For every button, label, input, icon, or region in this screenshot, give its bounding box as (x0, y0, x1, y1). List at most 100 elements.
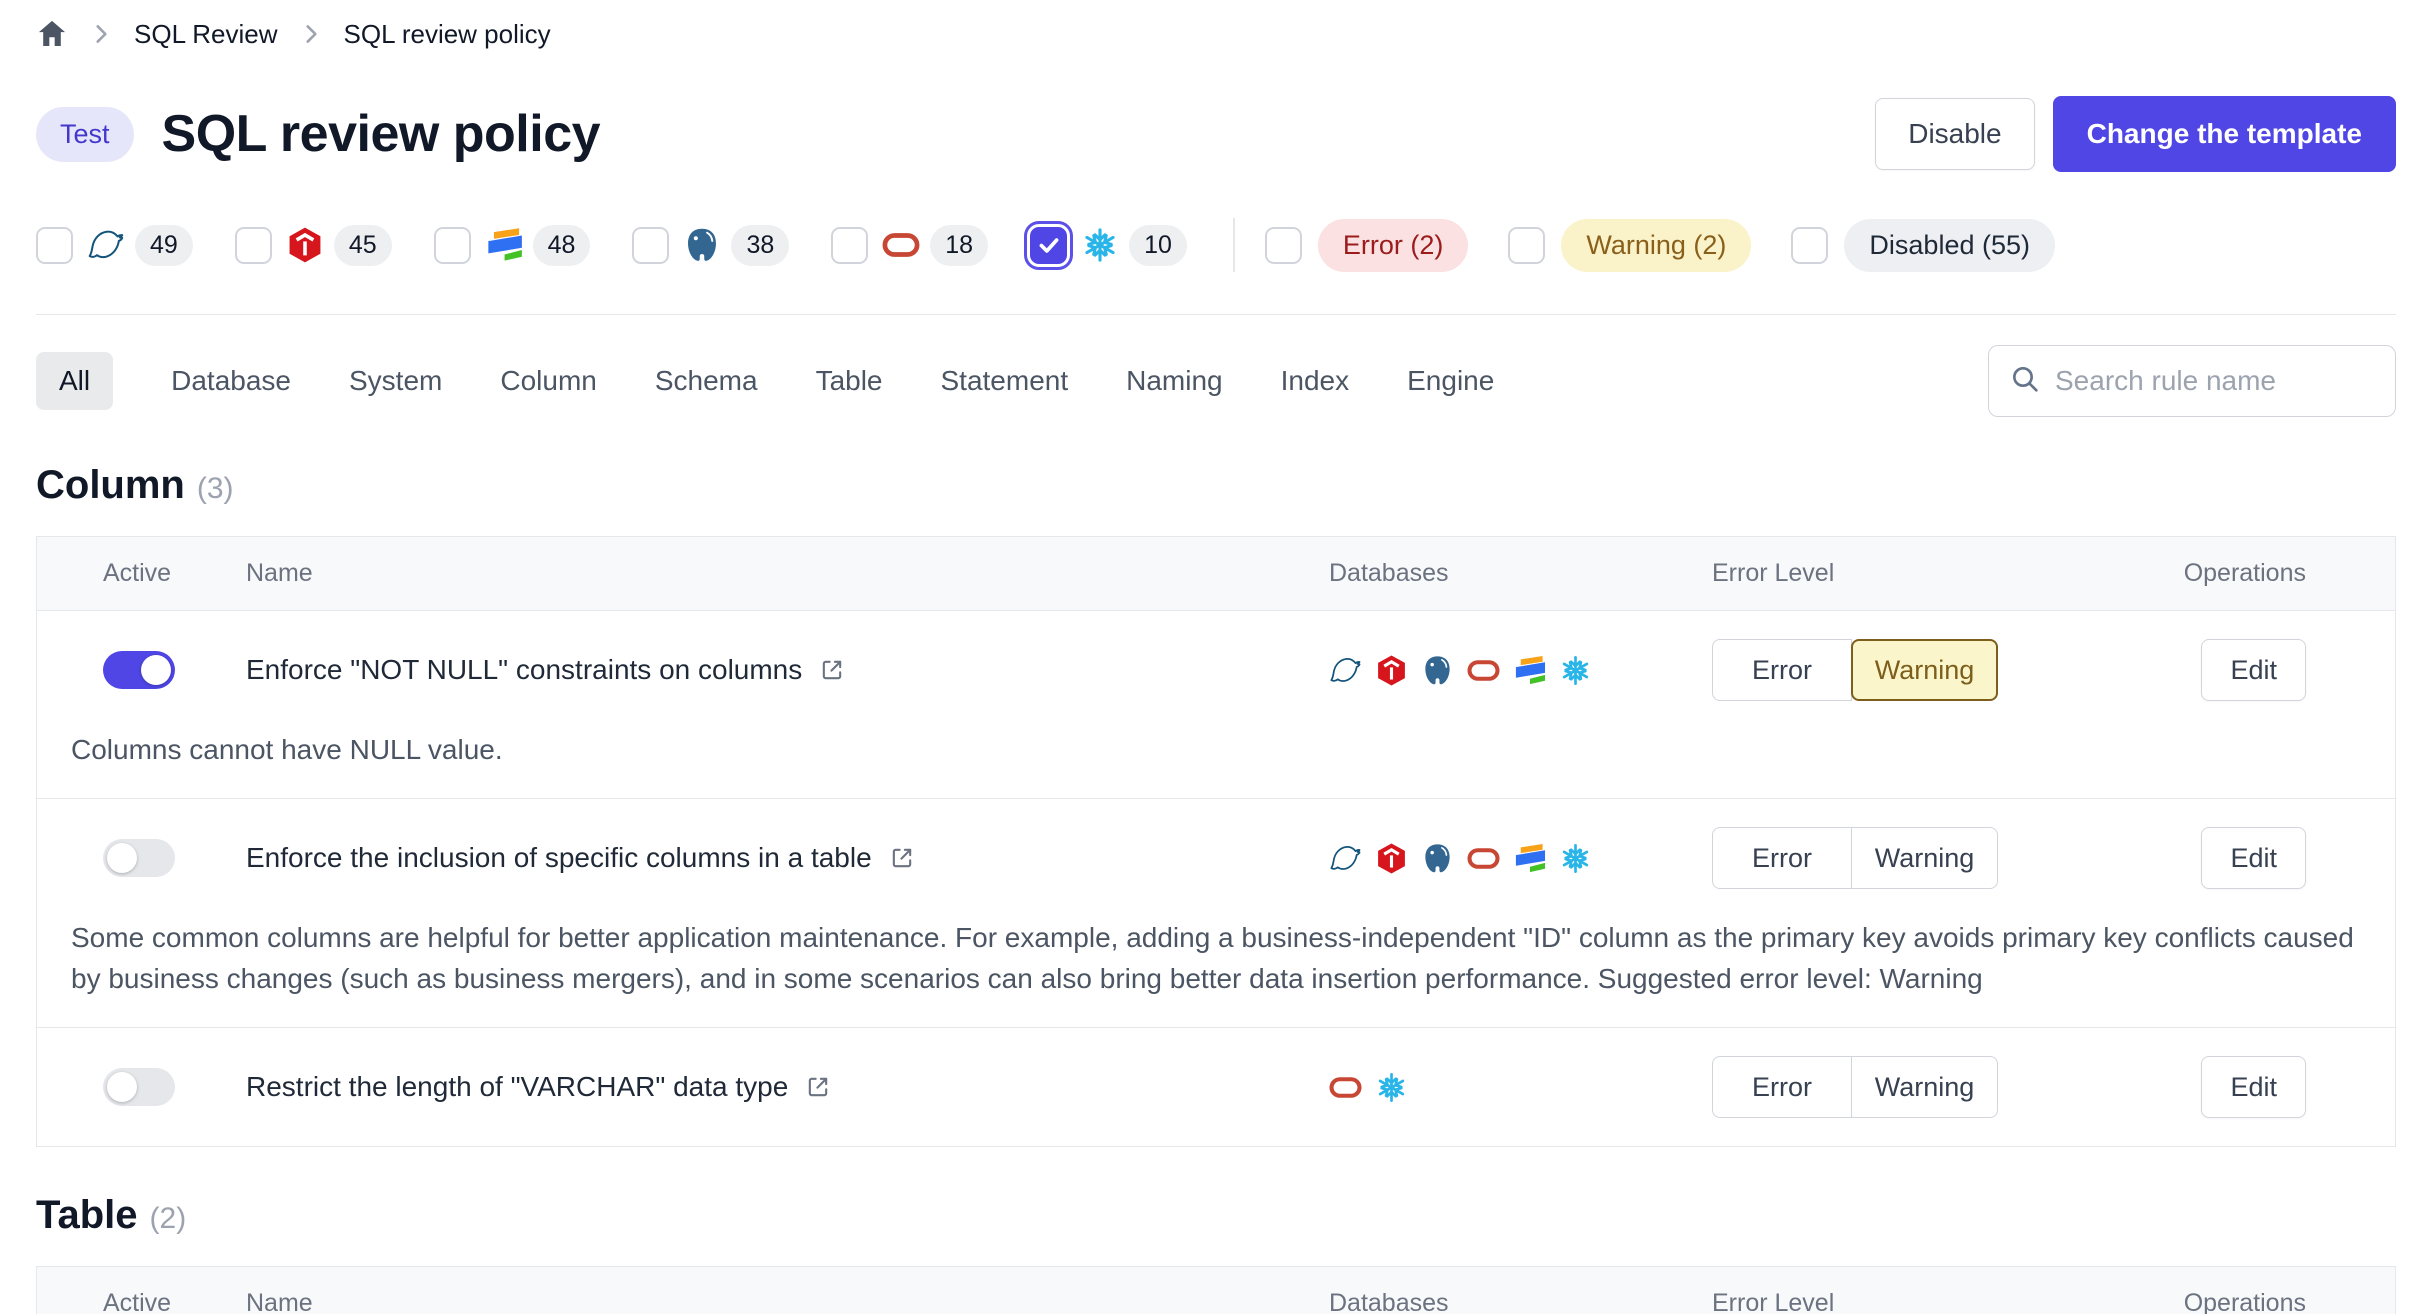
engine-checkbox-tidb[interactable] (235, 227, 272, 264)
snowflake-icon (1559, 842, 1592, 875)
change-template-button[interactable]: Change the template (2053, 96, 2396, 172)
level-checkbox-error[interactable] (1265, 227, 1302, 264)
page-title: SQL review policy (162, 104, 601, 164)
table-header-row: ActiveNameDatabasesError LevelOperations (37, 1267, 2395, 1314)
rule-name: Enforce "NOT NULL" constraints on column… (246, 654, 802, 686)
column-header-active: Active (103, 559, 246, 588)
column-header-error-level: Error Level (1712, 559, 2163, 588)
engine-checkbox-snowflake[interactable] (1030, 227, 1067, 264)
rule-description: Some common columns are helpful for bett… (37, 917, 2395, 1027)
edit-button[interactable]: Edit (2201, 1056, 2306, 1118)
postgresql-icon (1421, 842, 1454, 875)
engine-checkbox-mysql[interactable] (36, 227, 73, 264)
level-pill-warning[interactable]: Warning (2) (1561, 219, 1751, 272)
oceanbase-icon (485, 226, 523, 264)
engine-count-postgresql: 38 (731, 225, 789, 266)
warning-level-button[interactable]: Warning (1851, 639, 1998, 701)
tab-database[interactable]: Database (171, 352, 291, 410)
rule-row-main: Enforce "NOT NULL" constraints on column… (37, 611, 2395, 729)
mysql-icon (87, 226, 125, 264)
external-link-icon[interactable] (888, 844, 916, 872)
tab-system[interactable]: System (349, 352, 442, 410)
postgresql-icon (1421, 654, 1454, 687)
disable-button[interactable]: Disable (1875, 98, 2034, 170)
active-toggle[interactable] (103, 651, 175, 689)
tab-index[interactable]: Index (1281, 352, 1350, 410)
environment-badge: Test (36, 107, 134, 162)
error-level-cell: ErrorWarning (1712, 827, 2163, 889)
breadcrumb-sql-review[interactable]: SQL Review (134, 19, 278, 50)
postgresql-icon (683, 226, 721, 264)
level-filter-warning: Warning (2) (1508, 219, 1751, 272)
level-checkbox-warning[interactable] (1508, 227, 1545, 264)
tab-table[interactable]: Table (816, 352, 883, 410)
error-level-button[interactable]: Error (1712, 1056, 1852, 1118)
tab-statement[interactable]: Statement (941, 352, 1069, 410)
tidb-icon (1375, 842, 1408, 875)
table-row: Enforce "NOT NULL" constraints on column… (37, 611, 2395, 799)
tidb-icon (286, 226, 324, 264)
section-title: Table (36, 1193, 138, 1238)
active-toggle[interactable] (103, 1068, 175, 1106)
page-header: Test SQL review policy Disable Change th… (36, 96, 2396, 172)
warning-level-button[interactable]: Warning (1851, 1056, 1998, 1118)
search-box[interactable] (1988, 345, 2396, 417)
operations-cell: Edit (2163, 827, 2397, 889)
home-icon[interactable] (36, 18, 68, 50)
error-level-cell: ErrorWarning (1712, 639, 2163, 701)
snowflake-icon (1375, 1071, 1408, 1104)
edit-button[interactable]: Edit (2201, 827, 2306, 889)
rule-sections: Column(3)ActiveNameDatabasesError LevelO… (36, 463, 2396, 1314)
engine-checkbox-oceanbase[interactable] (434, 227, 471, 264)
header-actions: Disable Change the template (1875, 96, 2396, 172)
engine-filter-postgresql: 38 (632, 225, 789, 266)
level-pill-error[interactable]: Error (2) (1318, 219, 1469, 272)
error-level-button[interactable]: Error (1712, 827, 1852, 889)
edit-button[interactable]: Edit (2201, 639, 2306, 701)
rule-row-main: Enforce the inclusion of specific column… (37, 799, 2395, 917)
oceanbase-icon (1513, 654, 1546, 687)
search-input[interactable] (2055, 365, 2375, 397)
column-header-operations: Operations (2163, 1289, 2397, 1314)
level-filter-disabled: Disabled (55) (1791, 219, 2055, 272)
tab-schema[interactable]: Schema (655, 352, 758, 410)
sql-review-policy-page: SQL Review SQL review policy Test SQL re… (0, 0, 2432, 1314)
rule-name-cell: Enforce the inclusion of specific column… (246, 842, 1329, 874)
tidb-icon (1375, 654, 1408, 687)
tab-naming[interactable]: Naming (1126, 352, 1222, 410)
engine-checkbox-oracle[interactable] (831, 227, 868, 264)
engine-count-mysql: 49 (135, 225, 193, 266)
tab-column[interactable]: Column (500, 352, 596, 410)
filter-divider (1233, 218, 1235, 272)
engine-checkbox-postgresql[interactable] (632, 227, 669, 264)
level-pill-disabled[interactable]: Disabled (55) (1844, 219, 2055, 272)
engine-filters: 494548381810 (36, 225, 1229, 266)
operations-cell: Edit (2163, 1056, 2397, 1118)
tab-engine[interactable]: Engine (1407, 352, 1494, 410)
breadcrumb-sql-review-policy[interactable]: SQL review policy (344, 19, 551, 50)
rule-description: Columns cannot have NULL value. (37, 729, 2395, 798)
rules-table-table: ActiveNameDatabasesError LevelOperations… (36, 1266, 2396, 1314)
toggle-knob (107, 1072, 137, 1102)
toggle-knob (141, 655, 171, 685)
engine-filter-tidb: 45 (235, 225, 392, 266)
databases-cell (1329, 1071, 1712, 1104)
column-header-databases: Databases (1329, 559, 1712, 588)
external-link-icon[interactable] (804, 1073, 832, 1101)
active-toggle[interactable] (103, 839, 175, 877)
tab-all[interactable]: All (36, 352, 113, 410)
level-checkbox-disabled[interactable] (1791, 227, 1828, 264)
snowflake-icon (1559, 654, 1592, 687)
external-link-icon[interactable] (818, 656, 846, 684)
databases-cell (1329, 654, 1712, 687)
engine-filter-snowflake: 10 (1030, 225, 1187, 266)
error-level-button[interactable]: Error (1712, 639, 1852, 701)
warning-level-button[interactable]: Warning (1851, 827, 1998, 889)
rule-name-cell: Restrict the length of "VARCHAR" data ty… (246, 1071, 1329, 1103)
table-header-row: ActiveNameDatabasesError LevelOperations (37, 537, 2395, 611)
category-tabs-row: All Database System Column Schema Table Statem… (36, 345, 2396, 417)
engine-count-snowflake: 10 (1129, 225, 1187, 266)
engine-count-oceanbase: 48 (533, 225, 591, 266)
table-row: Restrict the length of "VARCHAR" data ty… (37, 1028, 2395, 1146)
oracle-icon (1467, 654, 1500, 687)
